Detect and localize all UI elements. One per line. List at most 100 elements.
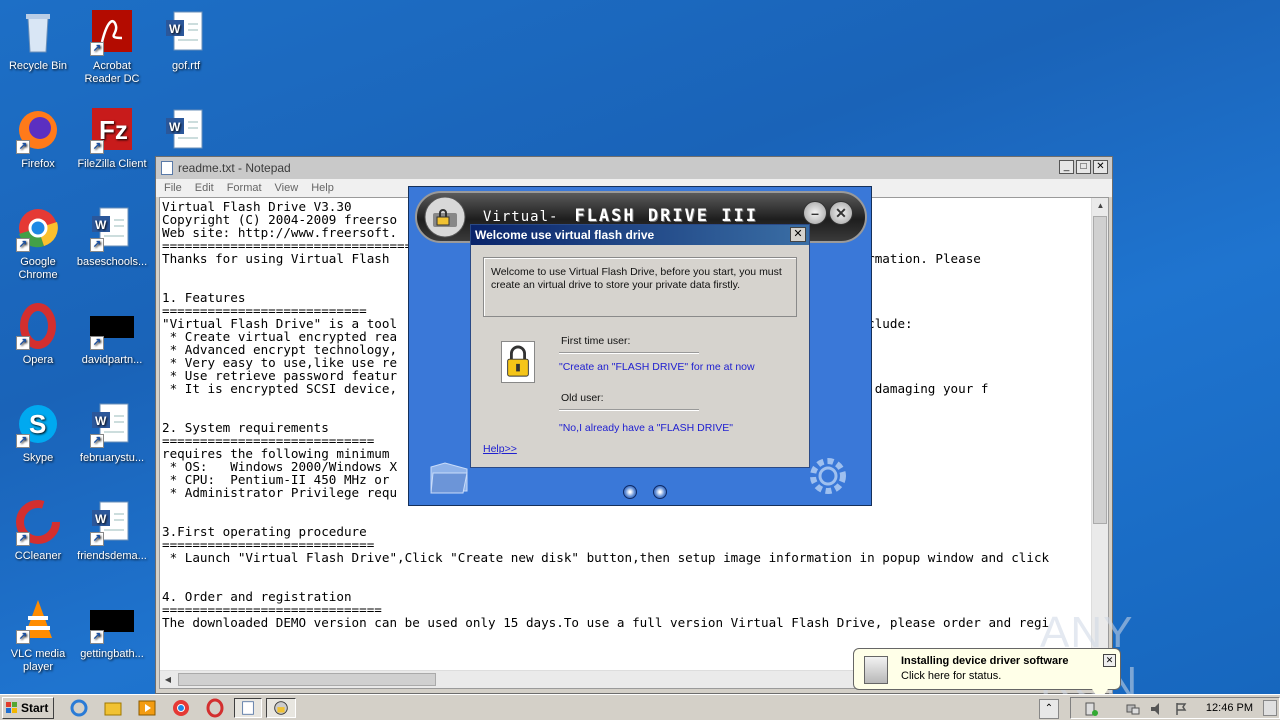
gear-icon <box>810 458 846 494</box>
dialog-title-bar[interactable]: Welcome use virtual flash drive ✕ <box>471 225 809 245</box>
start-label: Start <box>21 701 49 715</box>
desktop-icon-label: Skype <box>22 452 54 464</box>
desktop-icon-label: Recycle Bin <box>8 60 68 72</box>
word-document-icon: W <box>162 106 210 154</box>
desktop-icon-label: februarystu... <box>79 452 145 464</box>
desktop-icon[interactable]: Recycle Bin <box>0 8 76 73</box>
show-hidden-icons-button[interactable]: ⌃ <box>1039 699 1059 719</box>
welcome-dialog: Welcome use virtual flash drive ✕ Welcom… <box>470 224 810 468</box>
show-desktop-button[interactable] <box>1263 700 1277 716</box>
create-flash-drive-link[interactable]: "Create an "FLASH DRIVE" for me at now <box>559 361 755 373</box>
internet-explorer-icon[interactable] <box>68 698 90 718</box>
vfd-title-small: Virtual- <box>483 209 559 225</box>
dialog-close-button[interactable]: ✕ <box>790 227 806 242</box>
action-center-flag-icon[interactable] <box>1173 701 1189 717</box>
old-user-label: Old user: <box>561 392 604 404</box>
scroll-up-arrow-icon[interactable]: ▲ <box>1092 198 1108 214</box>
shortcut-arrow-icon: ↗ <box>16 532 30 546</box>
ccleaner-icon: ↗ <box>14 498 62 546</box>
close-button[interactable]: ✕ <box>1093 160 1108 174</box>
balloon-close-button[interactable]: ✕ <box>1103 654 1116 667</box>
shortcut-arrow-icon: ↗ <box>16 238 30 252</box>
notepad-taskbar-icon[interactable] <box>234 698 262 718</box>
minimize-button[interactable]: _ <box>1059 160 1074 174</box>
network-icon[interactable] <box>1125 701 1141 717</box>
svg-text:W: W <box>169 120 181 134</box>
clock[interactable]: 12:46 PM <box>1206 702 1253 714</box>
menu-file[interactable]: File <box>164 179 182 197</box>
desktop-icon[interactable]: W ↗ baseschools... <box>74 204 150 269</box>
existing-flash-drive-link[interactable]: "No,I already have a "FLASH DRIVE" <box>559 422 733 434</box>
vfd-close-button[interactable]: ✕ <box>829 201 853 225</box>
notepad-icon <box>161 161 173 175</box>
word-document-icon: W ↗ <box>88 204 136 252</box>
notepad-title-bar[interactable]: readme.txt - Notepad _ □ ✕ <box>156 157 1112 179</box>
acrobat-icon: ↗ <box>88 8 136 56</box>
divider <box>559 409 699 411</box>
menu-edit[interactable]: Edit <box>195 179 214 197</box>
start-button[interactable]: Start <box>2 697 54 719</box>
desktop-icon[interactable]: ↗ Acrobat Reader DC <box>74 8 150 86</box>
desktop-icon[interactable]: ↗ gettingbath... <box>74 596 150 661</box>
maximize-button[interactable]: □ <box>1076 160 1091 174</box>
vertical-scrollbar[interactable]: ▲ ▼ <box>1091 198 1108 670</box>
menu-format[interactable]: Format <box>227 179 262 197</box>
device-driver-icon <box>864 656 888 684</box>
desktop-icon[interactable]: ↗ davidpartn... <box>74 302 150 367</box>
chrome-icon[interactable] <box>170 698 192 718</box>
svg-text:W: W <box>95 512 107 526</box>
desktop-icon-label: friendsdema... <box>77 550 147 562</box>
divider <box>559 352 699 354</box>
menu-view[interactable]: View <box>275 179 299 197</box>
menu-help[interactable]: Help <box>311 179 334 197</box>
dialog-message: Welcome to use Virtual Flash Drive, befo… <box>483 257 797 317</box>
flash-drive-logo-icon <box>424 196 466 238</box>
notepad-line: * Launch "Virtual Flash Drive",Click "Cr… <box>162 550 1050 565</box>
desktop-icon[interactable]: ↗ VLC media player <box>0 596 76 674</box>
desktop-icon[interactable]: Fz ↗ FileZilla Client <box>74 106 150 171</box>
scroll-left-arrow-icon[interactable]: ◀ <box>160 671 176 688</box>
shortcut-arrow-icon: ↗ <box>16 140 30 154</box>
recycle-bin-icon <box>14 8 62 56</box>
desktop-icon[interactable]: ↗ CCleaner <box>0 498 76 563</box>
desktop-icon[interactable]: ↗ Opera <box>0 302 76 367</box>
flash-drive-taskbar-icon[interactable] <box>266 698 296 718</box>
desktop-icon[interactable]: W <box>148 106 224 158</box>
desktop-icon-label: Google Chrome <box>18 256 58 281</box>
desktop-icon[interactable]: S ↗ Skype <box>0 400 76 465</box>
desktop-icon[interactable]: ↗ Google Chrome <box>0 204 76 282</box>
shortcut-arrow-icon: ↗ <box>90 630 104 644</box>
vfd-title-big: FLASH DRIVE III <box>574 206 758 226</box>
media-player-icon[interactable] <box>136 698 158 718</box>
vfd-title: Virtual- FLASH DRIVE III <box>483 206 758 226</box>
desktop-icon[interactable]: W ↗ februarystu... <box>74 400 150 465</box>
notepad-title: readme.txt - Notepad <box>178 161 291 175</box>
vlc-icon: ↗ <box>14 596 62 644</box>
chrome-icon: ↗ <box>14 204 62 252</box>
device-install-tray-icon[interactable] <box>1083 701 1099 717</box>
vfd-minimize-button[interactable]: – <box>803 201 827 225</box>
desktop-icon-label: gof.rtf <box>171 60 201 72</box>
skype-icon: S ↗ <box>14 400 62 448</box>
desktop-icon[interactable]: W ↗ friendsdema... <box>74 498 150 563</box>
first-time-label: First time user: <box>561 335 631 347</box>
page-dot-1[interactable] <box>623 485 637 499</box>
help-link[interactable]: Help>> <box>483 443 517 455</box>
shortcut-arrow-icon: ↗ <box>16 336 30 350</box>
system-tray: ⌃ 12:46 PM <box>1039 697 1280 719</box>
vertical-scroll-thumb[interactable] <box>1093 216 1107 524</box>
notepad-line <box>162 564 1088 577</box>
desktop-icon-label: FileZilla Client <box>77 158 147 170</box>
desktop-icon[interactable]: ↗ Firefox <box>0 106 76 171</box>
word-document-icon: W ↗ <box>88 498 136 546</box>
opera-icon[interactable] <box>204 698 226 718</box>
file-explorer-icon[interactable] <box>102 698 124 718</box>
desktop-icon-label: davidpartn... <box>81 354 143 366</box>
horizontal-scroll-thumb[interactable] <box>178 673 436 686</box>
desktop-icon[interactable]: Wgof.rtf <box>148 8 224 73</box>
volume-icon[interactable] <box>1149 701 1165 717</box>
desktop-icon-label: Firefox <box>21 158 55 170</box>
page-dot-2[interactable] <box>653 485 667 499</box>
notification-balloon[interactable]: Installing device driver software Click … <box>853 648 1121 701</box>
shortcut-arrow-icon: ↗ <box>16 630 30 644</box>
